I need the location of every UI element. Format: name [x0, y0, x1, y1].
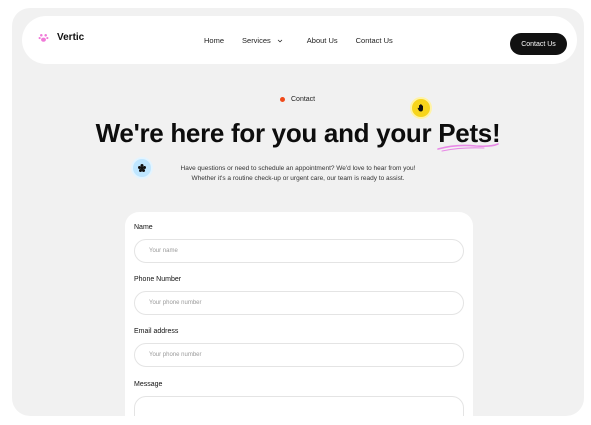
- email-label: Email address: [134, 328, 179, 335]
- nav-home[interactable]: Home: [204, 36, 224, 45]
- nav-links: Home Services About Us Contact Us: [204, 36, 393, 45]
- contact-us-button[interactable]: Contact Us: [510, 33, 567, 55]
- message-field[interactable]: [134, 396, 464, 416]
- name-placeholder: Your name: [149, 248, 178, 254]
- subtitle-line-1: Have questions or need to schedule an ap…: [180, 165, 416, 172]
- page-frame: Vertic Home Services About Us Contact Us…: [12, 8, 584, 416]
- message-label: Message: [134, 381, 163, 388]
- nav-services[interactable]: Services: [242, 36, 283, 45]
- phone-label: Phone Number: [134, 276, 182, 283]
- page-subtitle: Have questions or need to schedule an ap…: [12, 164, 584, 184]
- headline-highlight: Pets!: [437, 118, 501, 152]
- subtitle-line-2: Whether it's a routine check-up or urgen…: [191, 175, 405, 182]
- chevron-down-icon: [277, 39, 282, 42]
- phone-placeholder: Your phone number: [149, 300, 202, 306]
- name-field[interactable]: Your name: [134, 239, 464, 263]
- eyebrow-dot: [280, 97, 285, 102]
- phone-field[interactable]: Your phone number: [134, 291, 464, 315]
- hand-icon: [417, 104, 423, 112]
- brand-logo[interactable]: Vertic: [38, 32, 84, 43]
- page-title: We're here for you and your Pets!: [12, 118, 584, 152]
- scribble-underline: [437, 143, 500, 152]
- hand-badge: [410, 97, 432, 119]
- name-label: Name: [134, 224, 153, 231]
- paw-icon: [38, 34, 49, 42]
- nav-contact-us[interactable]: Contact Us: [356, 36, 393, 45]
- email-placeholder: Your phone number: [149, 352, 202, 358]
- eyebrow-label: Contact: [291, 96, 316, 103]
- headline-text: We're here for you and your: [95, 118, 439, 148]
- navbar: Vertic Home Services About Us Contact Us…: [22, 16, 577, 64]
- contact-form: Name Your name Phone Number Your phone n…: [125, 212, 473, 416]
- section-eyebrow: Contact: [280, 96, 315, 103]
- brand-name: Vertic: [57, 32, 85, 43]
- email-field[interactable]: Your phone number: [134, 343, 464, 367]
- nav-services-label: Services: [242, 36, 271, 45]
- nav-about-us[interactable]: About Us: [307, 36, 338, 45]
